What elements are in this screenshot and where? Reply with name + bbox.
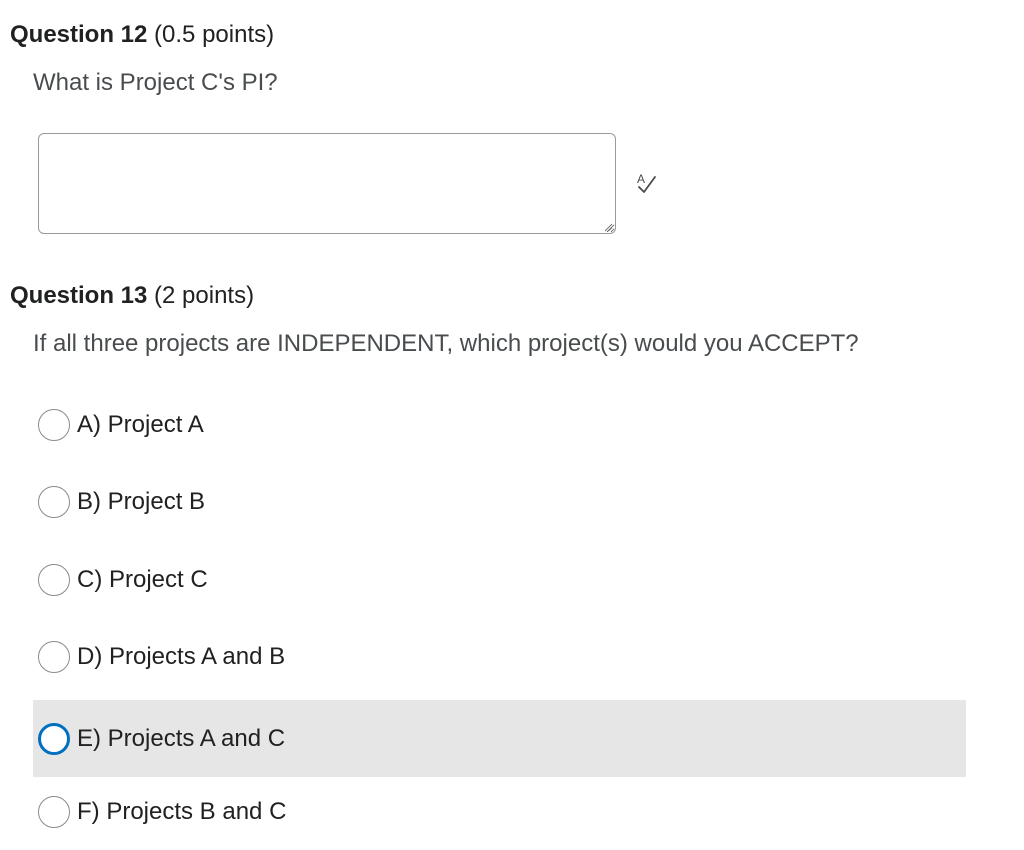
option-label: A) Project A [77, 410, 204, 438]
option-label: B) Project B [77, 487, 206, 515]
option-e[interactable]: E) Projects A and C [33, 700, 966, 777]
option-label: E) Projects A and C [77, 724, 286, 752]
radio-button[interactable] [38, 722, 70, 755]
radio-button[interactable] [38, 563, 70, 596]
question-13-prompt: If all three projects are INDEPENDENT, w… [33, 330, 859, 357]
question-13-header: Question 13 (2 points) [10, 282, 254, 310]
question-13-points: (2 points) [154, 282, 255, 309]
option-b[interactable]: B) Project B [33, 463, 966, 540]
radio-button[interactable] [38, 640, 70, 673]
option-d[interactable]: D) Projects A and B [33, 618, 966, 695]
option-c[interactable]: C) Project C [33, 541, 966, 618]
question-12-header: Question 12 (0.5 points) [10, 21, 274, 49]
question-13-title: Question 13 [10, 282, 148, 309]
radio-button[interactable] [38, 408, 70, 441]
radio-button[interactable] [38, 795, 70, 828]
question-12-points: (0.5 points) [154, 21, 275, 48]
resize-grip-icon[interactable] [603, 222, 613, 232]
question-12-title: Question 12 [10, 21, 148, 48]
question-12-prompt: What is Project C's PI? [33, 69, 278, 96]
radio-button[interactable] [38, 485, 70, 518]
option-label: D) Projects A and B [77, 642, 286, 670]
spellcheck-icon[interactable]: A [633, 170, 659, 196]
svg-text:A: A [637, 172, 645, 186]
option-f[interactable]: F) Projects B and C [33, 773, 966, 850]
option-label: C) Project C [77, 565, 208, 593]
option-label: F) Projects B and C [77, 797, 287, 825]
question-12-answer-input[interactable] [38, 133, 616, 234]
option-a[interactable]: A) Project A [33, 386, 966, 463]
